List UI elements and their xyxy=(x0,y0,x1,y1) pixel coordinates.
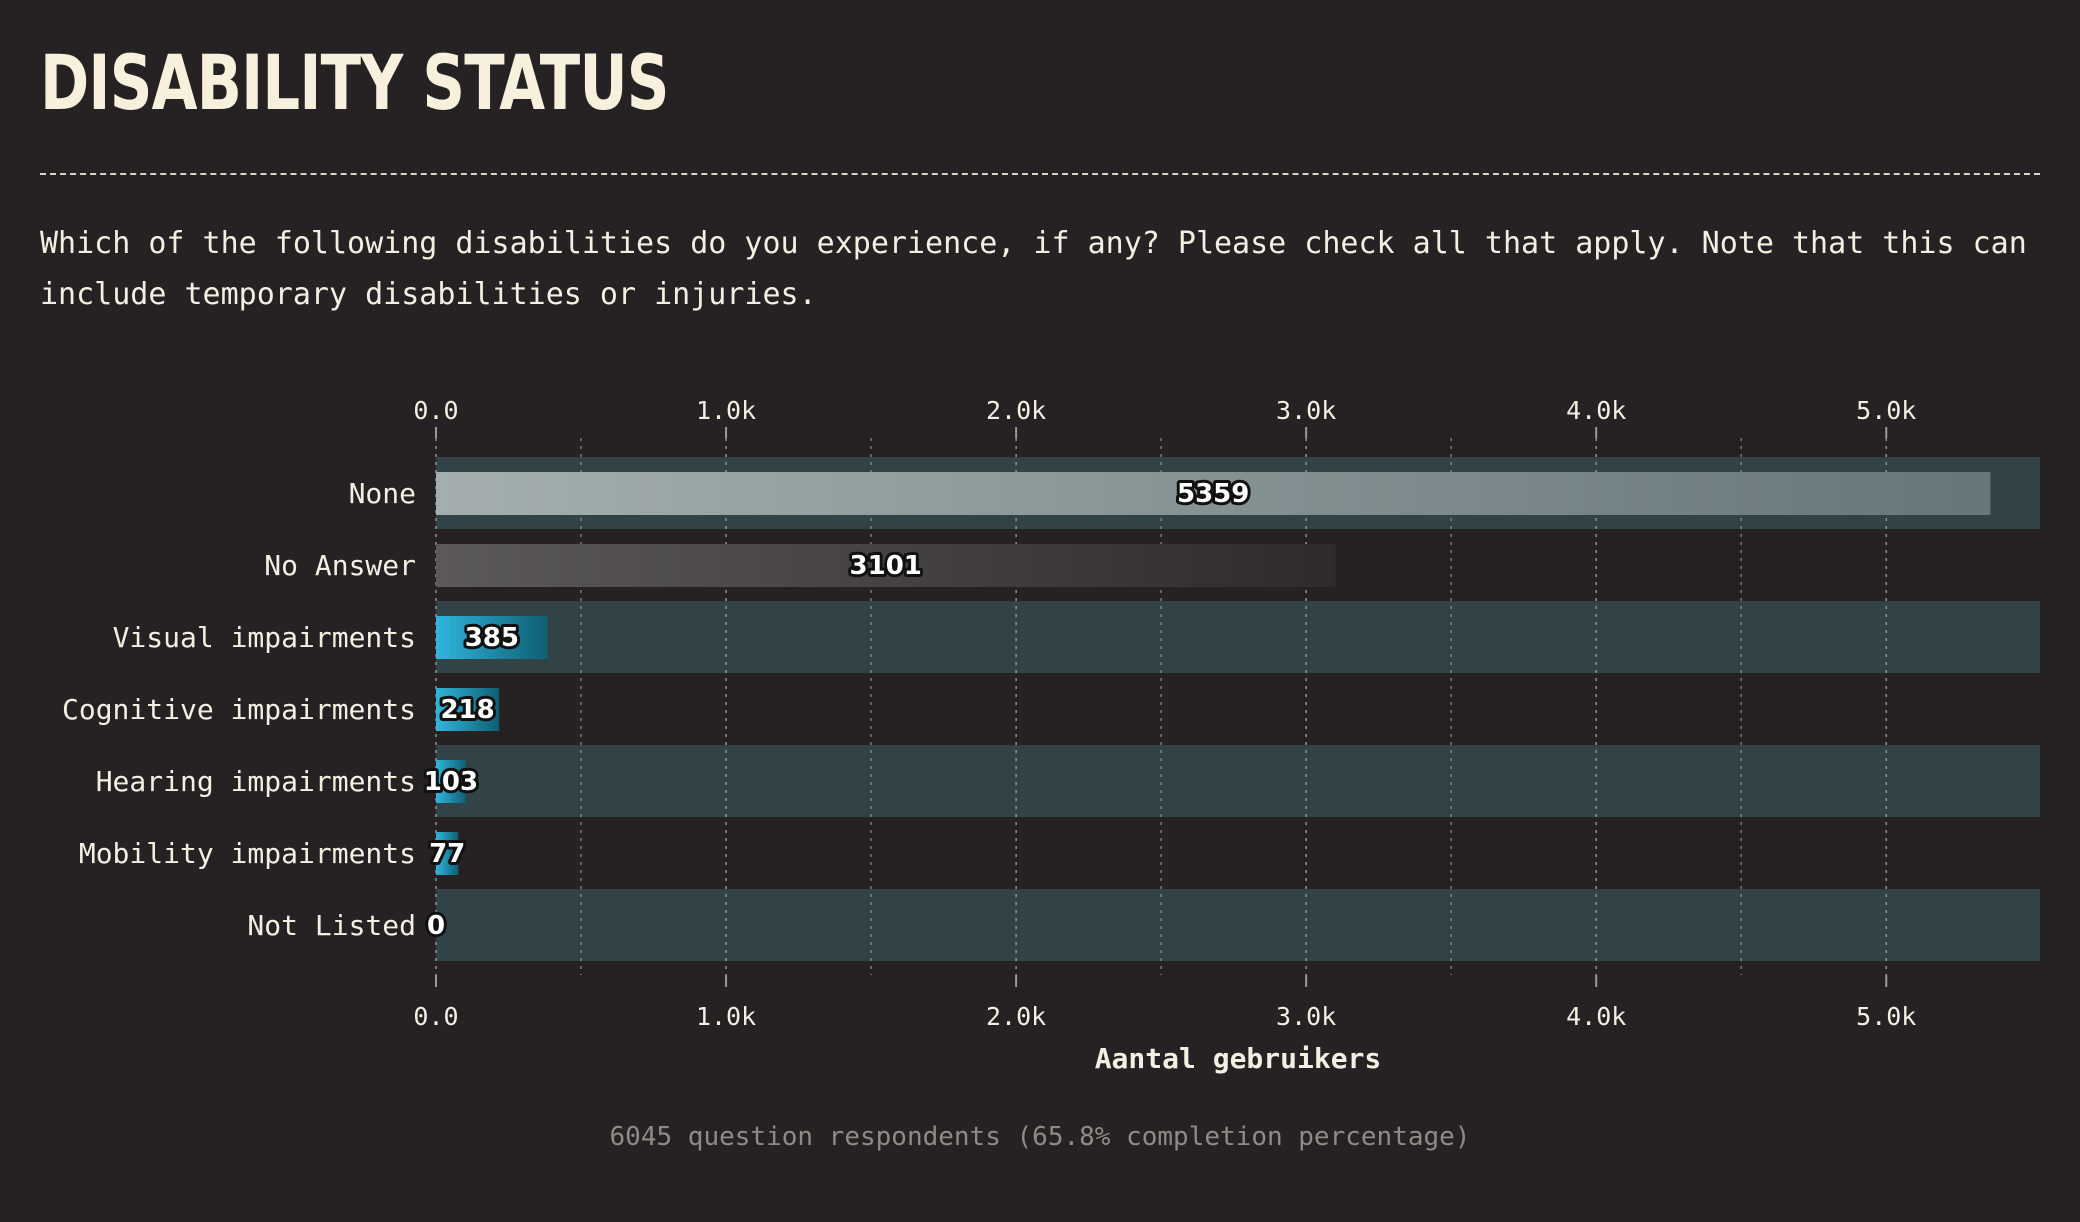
x-tick-label-top: 2.0k xyxy=(986,396,1046,425)
respondents-note: 6045 question respondents (65.8% complet… xyxy=(609,1122,1471,1152)
category-label: Mobility impairments xyxy=(79,837,416,870)
category-label: No Answer xyxy=(264,549,416,582)
x-tick-label-bottom: 0.0 xyxy=(413,1002,458,1031)
row-band xyxy=(436,889,2040,961)
title-divider xyxy=(40,173,2040,175)
page-title: DISABILITY STATUS xyxy=(40,38,670,127)
x-tick-label-top: 0.0 xyxy=(413,396,458,425)
bar-value-label: 3101 xyxy=(850,551,922,581)
bar-value-label: 103 xyxy=(424,767,478,797)
x-tick-label-top: 5.0k xyxy=(1856,396,1916,425)
bar-value-label: 5359 xyxy=(1177,479,1249,509)
bar-chart: 0.0 0.0 1.0k 1.0k 2.0k 2.0k 3.0k 3.0k 4.0k 4.0k 5.… xyxy=(62,396,2040,1075)
row-band xyxy=(436,601,2040,673)
x-axis-label: Aantal gebruikers xyxy=(1095,1042,1382,1075)
x-tick-label-top: 1.0k xyxy=(696,396,756,425)
category-label: Hearing impairments xyxy=(96,765,416,798)
x-tick-label-bottom: 3.0k xyxy=(1276,1002,1336,1031)
category-label: None xyxy=(349,477,416,510)
x-tick-label-bottom: 2.0k xyxy=(986,1002,1046,1031)
question-text: Which of the following disabilities do y… xyxy=(40,226,2027,312)
bar-value-label: 0 xyxy=(427,911,445,941)
x-tick-label-bottom: 4.0k xyxy=(1566,1002,1626,1031)
category-label: Cognitive impairments xyxy=(62,693,416,726)
category-label: Not Listed xyxy=(247,909,416,942)
x-tick-label-top: 4.0k xyxy=(1566,396,1626,425)
category-label: Visual impairments xyxy=(113,621,416,654)
bar-value-label: 385 xyxy=(465,623,519,653)
row-band xyxy=(436,745,2040,817)
x-tick-label-bottom: 1.0k xyxy=(696,1002,756,1031)
bar-value-label: 218 xyxy=(440,695,494,725)
x-tick-label-top: 3.0k xyxy=(1276,396,1336,425)
x-tick-label-bottom: 5.0k xyxy=(1856,1002,1916,1031)
bar-value-label: 77 xyxy=(429,839,465,869)
